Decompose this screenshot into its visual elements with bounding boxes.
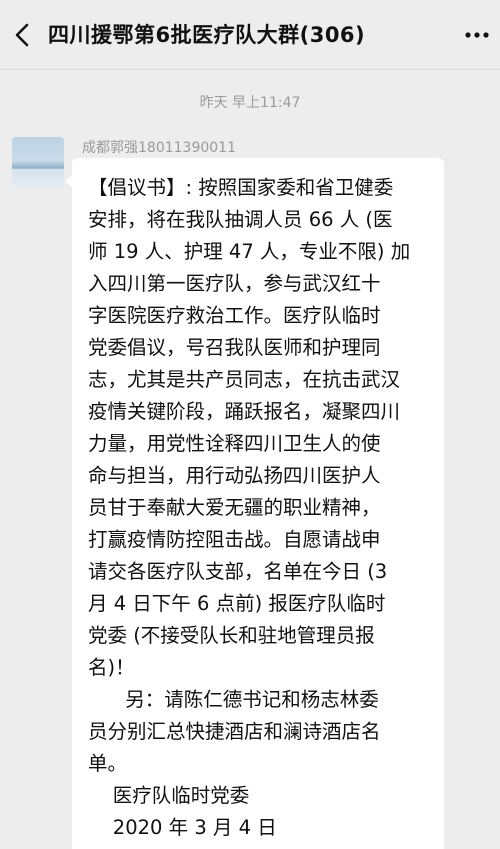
sender-avatar[interactable] xyxy=(12,137,64,189)
message-bubble[interactable]: 【倡议书】: 按照国家委和省卫健委 安排，将在我队抽调人员 66 人 (医 师 … xyxy=(65,158,444,849)
time-divider: 昨天 早上11:47 xyxy=(199,95,301,111)
chevron-left-icon[interactable] xyxy=(8,20,38,50)
chat-title: 四川援鄂第6批医疗队大群(306) xyxy=(48,23,366,47)
sender-name: 成都郭强18011390011 xyxy=(82,140,236,156)
message-text: 【倡议书】: 按照国家委和省卫健委 安排，将在我队抽调人员 66 人 (医 师 … xyxy=(88,176,411,839)
bubble-tail xyxy=(65,174,73,188)
more-dots-icon[interactable] xyxy=(462,20,492,50)
chat-header: 四川援鄂第6批医疗队大群(306) xyxy=(0,0,500,70)
